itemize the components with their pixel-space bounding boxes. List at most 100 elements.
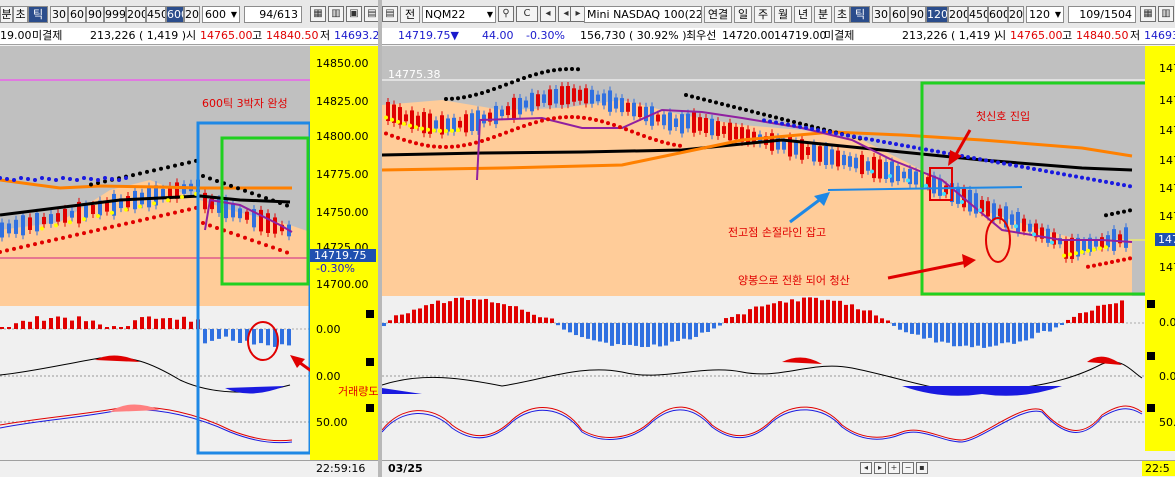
parabolic-dot (534, 72, 538, 77)
signal-dot (180, 195, 184, 200)
parabolic-dot (384, 131, 388, 136)
parabolic-dot (642, 133, 646, 138)
volume-bar (940, 323, 944, 342)
candle (614, 97, 618, 109)
candle (710, 118, 714, 136)
ma-dot (870, 137, 874, 142)
parabolic-dot (26, 243, 30, 248)
ma-dot (103, 176, 107, 180)
reset-icon[interactable]: ▪ (916, 462, 928, 474)
candle (608, 90, 612, 112)
parabolic-dot (486, 89, 490, 94)
signal-dot (420, 126, 424, 131)
price-tick: 147 (1159, 94, 1175, 107)
horizontal-scrollbar[interactable] (382, 452, 1145, 460)
volume-bar (70, 320, 74, 329)
scroll-right-icon[interactable]: ▸ (874, 462, 886, 474)
candle (938, 178, 942, 196)
candle (644, 106, 648, 122)
zoom-out-icon[interactable]: − (902, 462, 914, 474)
parabolic-dot (1128, 208, 1132, 213)
scroll-left-icon[interactable]: ◂ (860, 462, 872, 474)
candle (830, 149, 834, 165)
ma-dot (54, 178, 58, 182)
volume-bar (532, 314, 536, 323)
panel-close-icon[interactable] (1147, 352, 1155, 360)
parabolic-dot (82, 231, 86, 236)
volume-bar (1060, 323, 1064, 325)
volume-bar (778, 301, 782, 323)
price-tick: 147 (1159, 154, 1175, 167)
annotation-support: 전고점 손절라인 잡고 (728, 226, 827, 239)
price-tick: 147 (1159, 261, 1175, 274)
panel-close-icon[interactable] (366, 358, 374, 366)
current-price-badge: 147 (1155, 233, 1175, 246)
panel-close-icon[interactable] (366, 404, 374, 412)
volume-bar (634, 323, 638, 346)
zoom-in-icon[interactable]: + (888, 462, 900, 474)
signal-dot (408, 123, 412, 128)
parabolic-dot (618, 125, 622, 130)
ma-dot (786, 122, 790, 127)
ma-dot (798, 124, 802, 129)
parabolic-dot (68, 234, 72, 239)
volume-bar (736, 314, 740, 323)
candle (548, 89, 552, 106)
parabolic-dot (285, 250, 289, 255)
volume-bar (472, 299, 476, 323)
panel-close-icon[interactable] (1147, 300, 1155, 308)
signal-dot (1074, 251, 1078, 256)
signal-dot (396, 119, 400, 124)
parabolic-dot (131, 173, 135, 178)
volume-bar (238, 329, 242, 343)
volume-bar (904, 323, 908, 333)
volume-bar (772, 303, 776, 323)
candle (542, 94, 546, 103)
ma-dot (978, 157, 982, 162)
candle (992, 203, 996, 220)
volume-bar (280, 329, 284, 345)
parabolic-dot (612, 123, 616, 128)
volume-bar (502, 304, 506, 323)
ma-dot (1122, 183, 1126, 188)
annotation-volume: 거래량도 늘어나고 (338, 385, 378, 398)
parabolic-dot (672, 142, 676, 147)
volume-bar (970, 323, 974, 348)
parabolic-dot (498, 132, 502, 137)
parabolic-dot (600, 119, 604, 124)
volume-bar (586, 323, 590, 339)
signal-dot (1014, 224, 1018, 229)
signal-dot (1032, 232, 1036, 237)
volume-bar (1054, 323, 1058, 328)
parabolic-dot (576, 115, 580, 120)
candle (842, 154, 846, 166)
ma-dot (82, 176, 86, 180)
volume-bar (266, 329, 270, 346)
parabolic-dot (606, 121, 610, 126)
volume-bar (0, 327, 4, 329)
signal-dot (414, 125, 418, 130)
volume-bar (880, 318, 884, 323)
volume-bar (718, 323, 722, 326)
volume-bar (550, 318, 554, 323)
volume-bar (814, 297, 818, 323)
candle (506, 106, 510, 116)
volume-bar (147, 316, 151, 329)
panel-close-icon[interactable] (366, 310, 374, 318)
parabolic-dot (450, 96, 454, 101)
ma-dot (1104, 179, 1108, 184)
volume-bar (259, 329, 263, 344)
ma-dot (1044, 169, 1048, 174)
parabolic-dot (480, 138, 484, 143)
parabolic-dot (636, 131, 640, 136)
parabolic-dot (654, 138, 658, 143)
candle (986, 201, 990, 217)
volume-bar (454, 297, 458, 323)
panel-close-icon[interactable] (1147, 404, 1155, 412)
volume-bar (964, 323, 968, 346)
volume-bar (712, 323, 716, 329)
candle (63, 208, 67, 223)
volume-bar (958, 323, 962, 347)
parabolic-dot (201, 221, 205, 226)
volume-bar (154, 318, 158, 329)
